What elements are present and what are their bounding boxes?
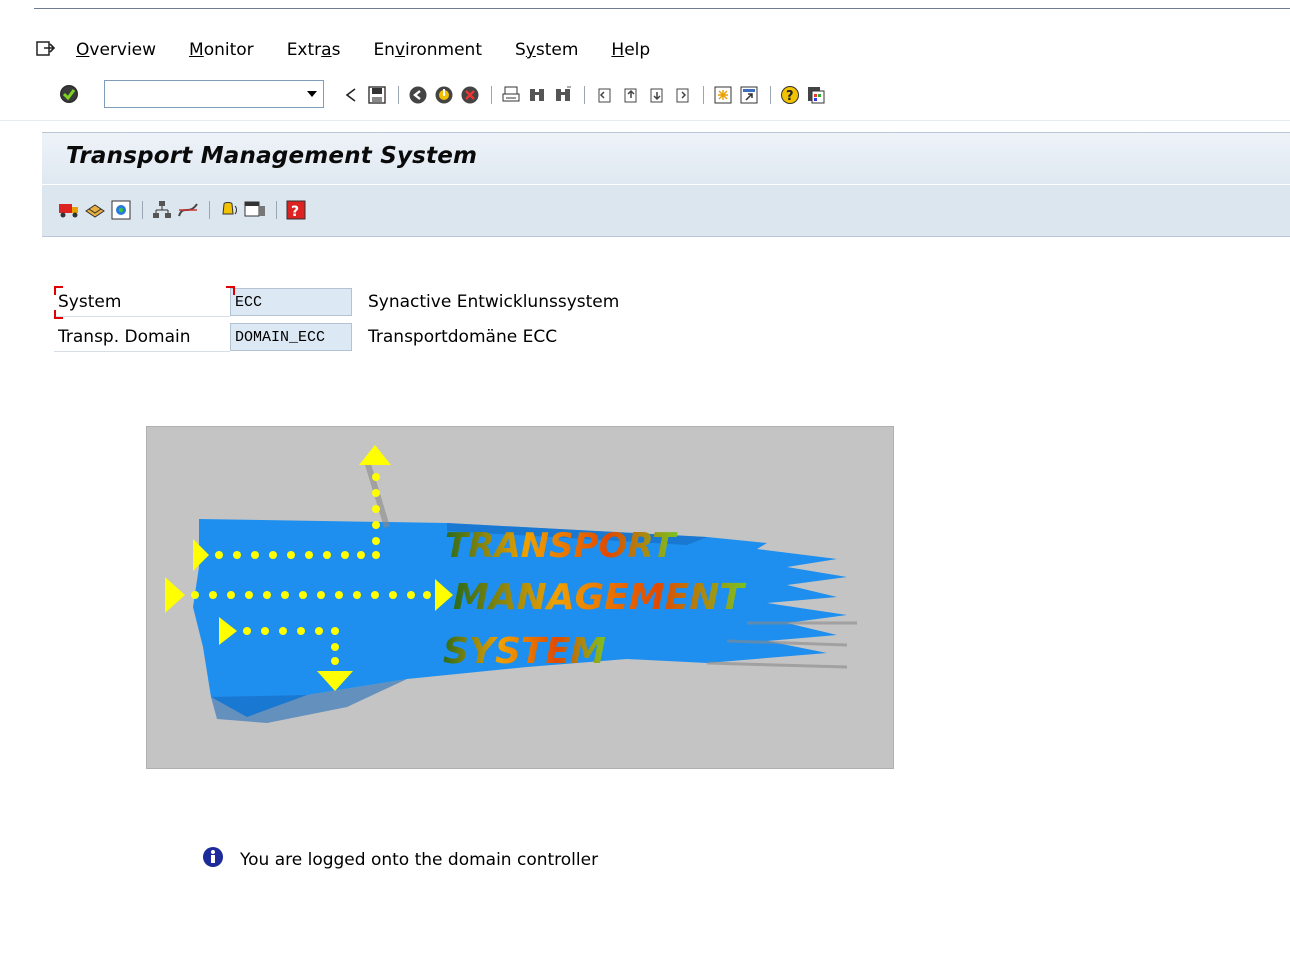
focus-corner — [54, 310, 63, 319]
exit-icon[interactable] — [433, 84, 455, 106]
toolbar-separator — [142, 201, 143, 219]
command-field[interactable] — [104, 80, 324, 108]
save-icon[interactable] — [366, 84, 388, 106]
first-page-icon[interactable] — [593, 84, 615, 106]
shortcut-icon[interactable] — [738, 84, 760, 106]
system-value-field[interactable]: ECC — [230, 288, 352, 316]
toolbar-separator — [703, 86, 704, 104]
focus-corner — [54, 286, 63, 295]
application-toolbar: ? — [42, 185, 1290, 237]
transport-routes-icon[interactable] — [151, 199, 173, 221]
menu-monitor-label: Monitor — [189, 40, 254, 60]
menu-environment-label: Environment — [373, 40, 482, 60]
customize-layout-icon[interactable] — [805, 84, 827, 106]
transport-strategy-icon[interactable] — [177, 199, 199, 221]
info-icon — [202, 846, 224, 873]
command-input[interactable] — [108, 82, 302, 108]
toolbar-separator — [276, 201, 277, 219]
status-message: You are logged onto the domain controlle… — [202, 846, 598, 873]
menu-accelerator: a — [321, 40, 332, 60]
screen-title-bar: Transport Management System — [42, 132, 1290, 184]
tms-logo-image: TRANSPORT MANAGEMENT SYSTEM — [146, 426, 894, 769]
toolbar-separator — [770, 86, 771, 104]
menu-accelerator: M — [189, 40, 204, 60]
help-icon[interactable]: ? — [779, 84, 801, 106]
menu-help-label: Help — [611, 40, 651, 60]
print-icon[interactable] — [500, 84, 522, 106]
domain-description: Transportdomäne ECC — [368, 327, 558, 347]
import-monitor-icon[interactable] — [110, 199, 132, 221]
toolbar-separator — [398, 86, 399, 104]
command-dropdown-icon[interactable] — [307, 91, 317, 97]
toolbar-separator — [491, 86, 492, 104]
info-message-text: You are logged onto the domain controlle… — [240, 849, 599, 870]
create-session-icon[interactable] — [712, 84, 734, 106]
menu-system[interactable]: System — [515, 40, 578, 60]
menu-toggle-icon[interactable] — [36, 41, 58, 59]
menu-help[interactable]: Help — [611, 40, 650, 60]
menu-bar: Overview Monitor Extras Environment Syst… — [36, 36, 683, 64]
system-overview-icon[interactable] — [244, 199, 266, 221]
toolbar-separator — [209, 201, 210, 219]
toolbar-separator — [584, 86, 585, 104]
standard-toolbar-icons: ? — [340, 84, 831, 106]
logo-line2: MANAGEMENT — [453, 577, 746, 618]
menu-extras-label: Extras — [286, 40, 341, 60]
system-description: Synactive Entwicklunssystem — [368, 292, 620, 312]
menu-environment[interactable]: Environment — [373, 40, 482, 60]
system-label: System — [54, 287, 230, 317]
menu-accelerator: v — [394, 40, 406, 60]
next-page-icon[interactable] — [645, 84, 667, 106]
domain-label: Transp. Domain — [54, 322, 230, 352]
tms-logo-graphic: TRANSPORT MANAGEMENT SYSTEM — [165, 445, 857, 723]
menu-overview[interactable]: Overview — [76, 40, 156, 60]
menu-monitor[interactable]: Monitor — [189, 40, 254, 60]
logo-line1: TRANSPORT — [445, 526, 678, 566]
page-title: Transport Management System — [66, 143, 478, 169]
find-next-icon[interactable] — [552, 84, 574, 106]
menu-overview-label: Overview — [76, 40, 157, 60]
system-field-row: System ECC Synactive Entwicklunssystem — [54, 287, 619, 317]
menu-accelerator: H — [611, 40, 625, 60]
domain-field-row: Transp. Domain DOMAIN_ECC Transportdomän… — [54, 322, 557, 352]
main-content: System ECC Synactive Entwicklunssystem T… — [42, 238, 1290, 968]
window-top-rule — [34, 8, 1290, 9]
menu-accelerator: y — [525, 40, 536, 60]
previous-page-icon[interactable] — [619, 84, 641, 106]
svg-text:?: ? — [786, 89, 794, 104]
back-arrow-icon[interactable] — [340, 84, 362, 106]
alert-monitor-icon[interactable] — [218, 199, 240, 221]
cancel-icon[interactable] — [459, 84, 481, 106]
domain-value-field[interactable]: DOMAIN_ECC — [230, 323, 352, 351]
find-icon[interactable] — [526, 84, 548, 106]
standard-toolbar: ? — [0, 76, 1290, 121]
enter-check-icon[interactable] — [58, 83, 80, 105]
back-icon[interactable] — [407, 84, 429, 106]
import-overview-icon[interactable] — [84, 199, 106, 221]
focus-corner — [226, 286, 235, 295]
last-page-icon[interactable] — [671, 84, 693, 106]
menu-accelerator: O — [76, 40, 90, 60]
menu-extras[interactable]: Extras — [287, 40, 341, 60]
transport-truck-icon[interactable] — [58, 199, 80, 221]
logo-line3: SYSTEM — [443, 631, 606, 672]
question-icon[interactable]: ? — [285, 199, 307, 221]
svg-text:?: ? — [291, 204, 299, 220]
menu-system-label: System — [515, 40, 579, 60]
